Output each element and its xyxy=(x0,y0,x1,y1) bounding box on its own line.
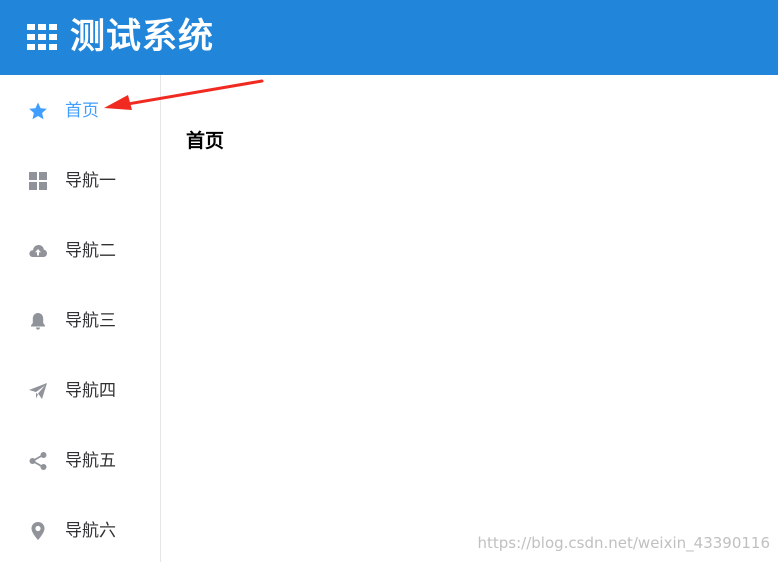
sidebar-item-nav-2[interactable]: 导航二 xyxy=(0,215,160,285)
cloud-upload-icon xyxy=(29,245,47,257)
app-title: 测试系统 xyxy=(70,17,215,57)
annotation-arrow xyxy=(104,79,264,110)
sidebar-menu: 首页 导航一 导航二 导航三 导航四 导航五 导航六 xyxy=(0,75,161,562)
app-header: 测试系统 xyxy=(0,0,778,75)
location-icon xyxy=(31,522,45,540)
page-title: 首页 xyxy=(186,130,225,152)
watermark-text: https://blog.csdn.net/weixin_43390116 xyxy=(477,534,770,552)
main-content: 首页 xyxy=(161,75,778,562)
share-icon xyxy=(29,452,47,470)
paper-plane-icon xyxy=(29,383,47,399)
sidebar-item-label: 首页 xyxy=(65,101,99,121)
grid-icon[interactable] xyxy=(27,24,57,50)
sidebar-item-label: 导航三 xyxy=(65,311,116,331)
sidebar-item-nav-1[interactable]: 导航一 xyxy=(0,145,160,215)
sidebar-item-nav-5[interactable]: 导航五 xyxy=(0,425,160,495)
star-icon xyxy=(29,102,47,120)
sidebar-item-label: 导航四 xyxy=(65,381,116,401)
grid-icon xyxy=(29,172,47,190)
sidebar-item-nav-3[interactable]: 导航三 xyxy=(0,285,160,355)
sidebar-item-nav-4[interactable]: 导航四 xyxy=(0,355,160,425)
sidebar-item-label: 导航二 xyxy=(65,241,116,261)
bell-icon xyxy=(31,313,45,330)
sidebar-item-nav-6[interactable]: 导航六 xyxy=(0,495,160,562)
sidebar-item-label: 导航五 xyxy=(65,451,116,471)
sidebar-item-label: 导航六 xyxy=(65,521,116,541)
sidebar-item-label: 导航一 xyxy=(65,171,116,191)
